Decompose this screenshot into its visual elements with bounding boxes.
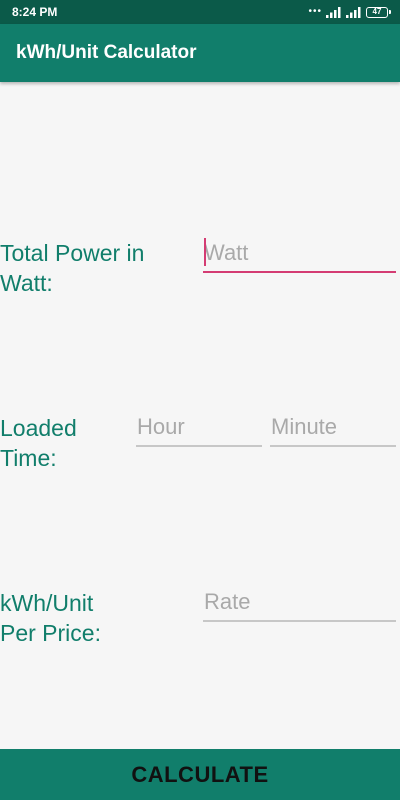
watt-input[interactable]	[203, 237, 396, 273]
signal-icon	[326, 7, 341, 18]
power-label-line1: Total Power in	[0, 240, 145, 266]
rate-label-line1: kWh/Unit	[0, 590, 94, 616]
calculate-button[interactable]: CALCULATE	[0, 749, 400, 800]
battery-icon: 47	[366, 6, 391, 18]
time-label-line1: Loaded	[0, 415, 77, 441]
status-bar: 8:24 PM ••• 47	[0, 0, 400, 24]
rate-label-line2: Per Price:	[0, 620, 101, 646]
signal-icon	[346, 7, 361, 18]
power-label: Total Power in Watt:	[0, 238, 144, 298]
hour-input[interactable]	[136, 411, 262, 447]
status-time: 8:24 PM	[12, 5, 58, 19]
app-title: kWh/Unit Calculator	[16, 42, 197, 63]
rate-input[interactable]	[203, 586, 396, 622]
minute-input[interactable]	[270, 411, 396, 447]
app-bar: kWh/Unit Calculator	[0, 24, 400, 82]
time-label: Loaded Time:	[0, 413, 77, 473]
power-label-line2: Watt:	[0, 270, 53, 296]
notification-dots-icon: •••	[308, 6, 322, 17]
time-label-line2: Time:	[0, 445, 57, 471]
text-cursor	[204, 238, 206, 266]
status-icons: ••• 47	[308, 4, 391, 20]
rate-label: kWh/Unit Per Price:	[0, 588, 101, 648]
